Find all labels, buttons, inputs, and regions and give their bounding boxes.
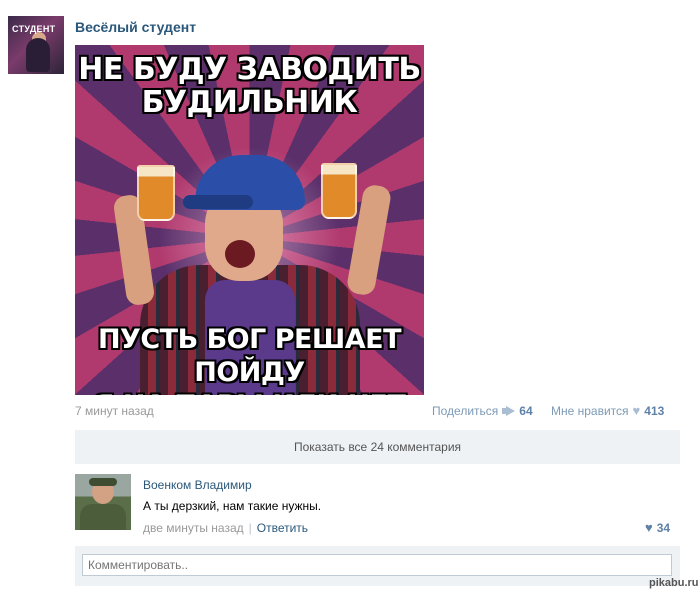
show-all-comments-button[interactable]: Показать все 24 комментария [75,430,680,464]
share-button[interactable]: Поделиться 64 [432,404,533,418]
share-label: Поделиться [432,404,499,418]
meme-cap-brim [183,195,253,209]
avatar-uniform [80,504,126,530]
like-button[interactable]: Мне нравится ♥ 413 [551,404,664,418]
avatar-figure [26,38,50,72]
like-count: 413 [644,404,665,418]
meme-caption-top: НЕ БУДУ ЗАВОДИТЬ БУДИЛЬНИК [78,52,421,120]
comment-author-avatar[interactable] [75,474,131,530]
comment-like-count: 34 [656,521,671,535]
group-name-link[interactable]: Весёлый студент [75,19,196,35]
meme-mouth [225,240,255,268]
comment-meta: две минуты назад | Ответить [143,521,308,535]
beer-cup-left [137,165,175,221]
comment-timestamp[interactable]: две минуты назад [143,521,244,535]
post-timestamp[interactable]: 7 минут назад [75,404,154,418]
meme-caption-bottom: ПУСТЬ БОГ РЕШАЕТ ПОЙДУ Я НА ПАРЫ ИЛИ НЕТ [94,324,406,395]
avatar-cap [89,478,117,486]
comment-like-button[interactable]: ♥ 34 [645,521,670,535]
comment-author-link[interactable]: Военком Владимир [143,478,252,492]
group-avatar[interactable]: СТУДЕНТ [8,16,64,74]
heart-icon: ♥ [632,403,641,418]
meme-image[interactable]: НЕ БУДУ ЗАВОДИТЬ БУДИЛЬНИК ПУСТЬ БОГ РЕШ… [75,45,424,395]
share-count: 64 [519,404,533,418]
watermark: pikabu.ru [649,577,699,589]
reply-button[interactable]: Ответить [257,521,308,535]
beer-cup-right [321,163,357,219]
comment-compose-area [75,546,680,586]
like-label: Мне нравится [551,404,629,418]
meta-separator: | [248,521,252,535]
heart-icon: ♥ [645,520,653,535]
megaphone-icon [502,406,516,416]
wall-post: СТУДЕНТ Весёлый студент НЕ БУДУ ЗАВОДИТЬ… [0,0,700,592]
comment-text: А ты дерзкий, нам такие нужны. [143,499,322,513]
avatar-logo-text: СТУДЕНТ [12,24,56,34]
comment-input[interactable] [82,554,672,576]
